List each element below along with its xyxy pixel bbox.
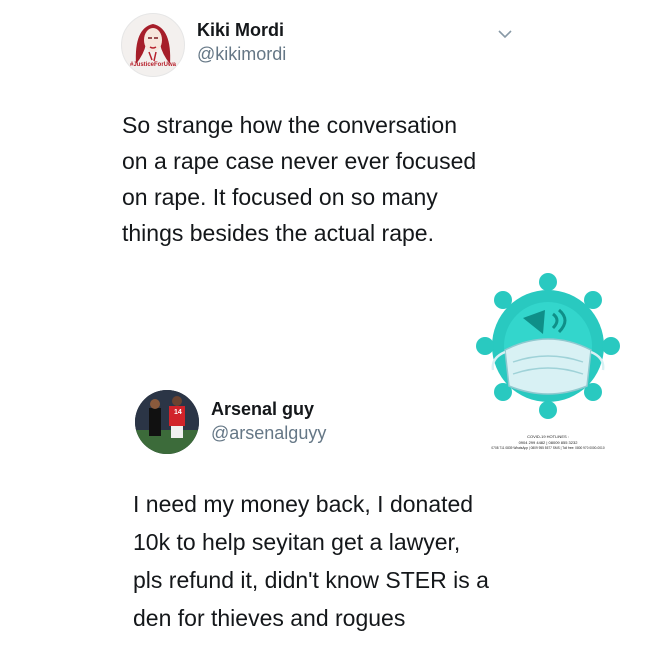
- hotline-numbers: 0904 299 4482 | 08009 855 3232: [518, 440, 578, 445]
- avatar-caption: #JusticeForUwa: [129, 62, 177, 68]
- profile-photo-icon: [135, 390, 199, 454]
- tweet-line: 10k to help seyitan get a lawyer,: [133, 529, 461, 555]
- covid-hotline-badge: COVID-19 HOTLINES : 0904 299 4482 | 0800…: [475, 258, 621, 458]
- tweet-text: I need my money back, I donated 10k to h…: [133, 485, 489, 637]
- tweet-line: den for thieves and rogues: [133, 605, 406, 631]
- user-handle[interactable]: @kikimordi: [197, 44, 286, 65]
- tweet-line: on rape. It focused on so many: [122, 184, 438, 210]
- tweet-line: pls refund it, didn't know STER is a: [133, 567, 489, 593]
- display-name[interactable]: Arsenal guy: [211, 399, 314, 420]
- virus-mask-icon: [476, 273, 620, 419]
- avatar-arsenalguyy[interactable]: 14: [135, 390, 199, 454]
- tweet-line: things besides the actual rape.: [122, 220, 434, 246]
- chevron-down-icon[interactable]: [497, 27, 513, 45]
- hotline-numbers-2: 0708 711 0839 WhatsApp | 0809 955 5577 S…: [491, 446, 605, 450]
- hotline-title: COVID-19 HOTLINES :: [527, 434, 569, 439]
- avatar-kikimordi[interactable]: #JusticeForUwa: [121, 13, 185, 77]
- jersey-number: 14: [174, 409, 182, 416]
- tweet-line: on a rape case never ever focused: [122, 148, 477, 174]
- tweet-line: So strange how the conversation: [122, 112, 457, 138]
- tweet-text: So strange how the conversation on a rap…: [122, 107, 476, 251]
- display-name[interactable]: Kiki Mordi: [197, 20, 284, 41]
- user-handle[interactable]: @arsenalguyy: [211, 423, 326, 444]
- tweet-line: I need my money back, I donated: [133, 491, 474, 517]
